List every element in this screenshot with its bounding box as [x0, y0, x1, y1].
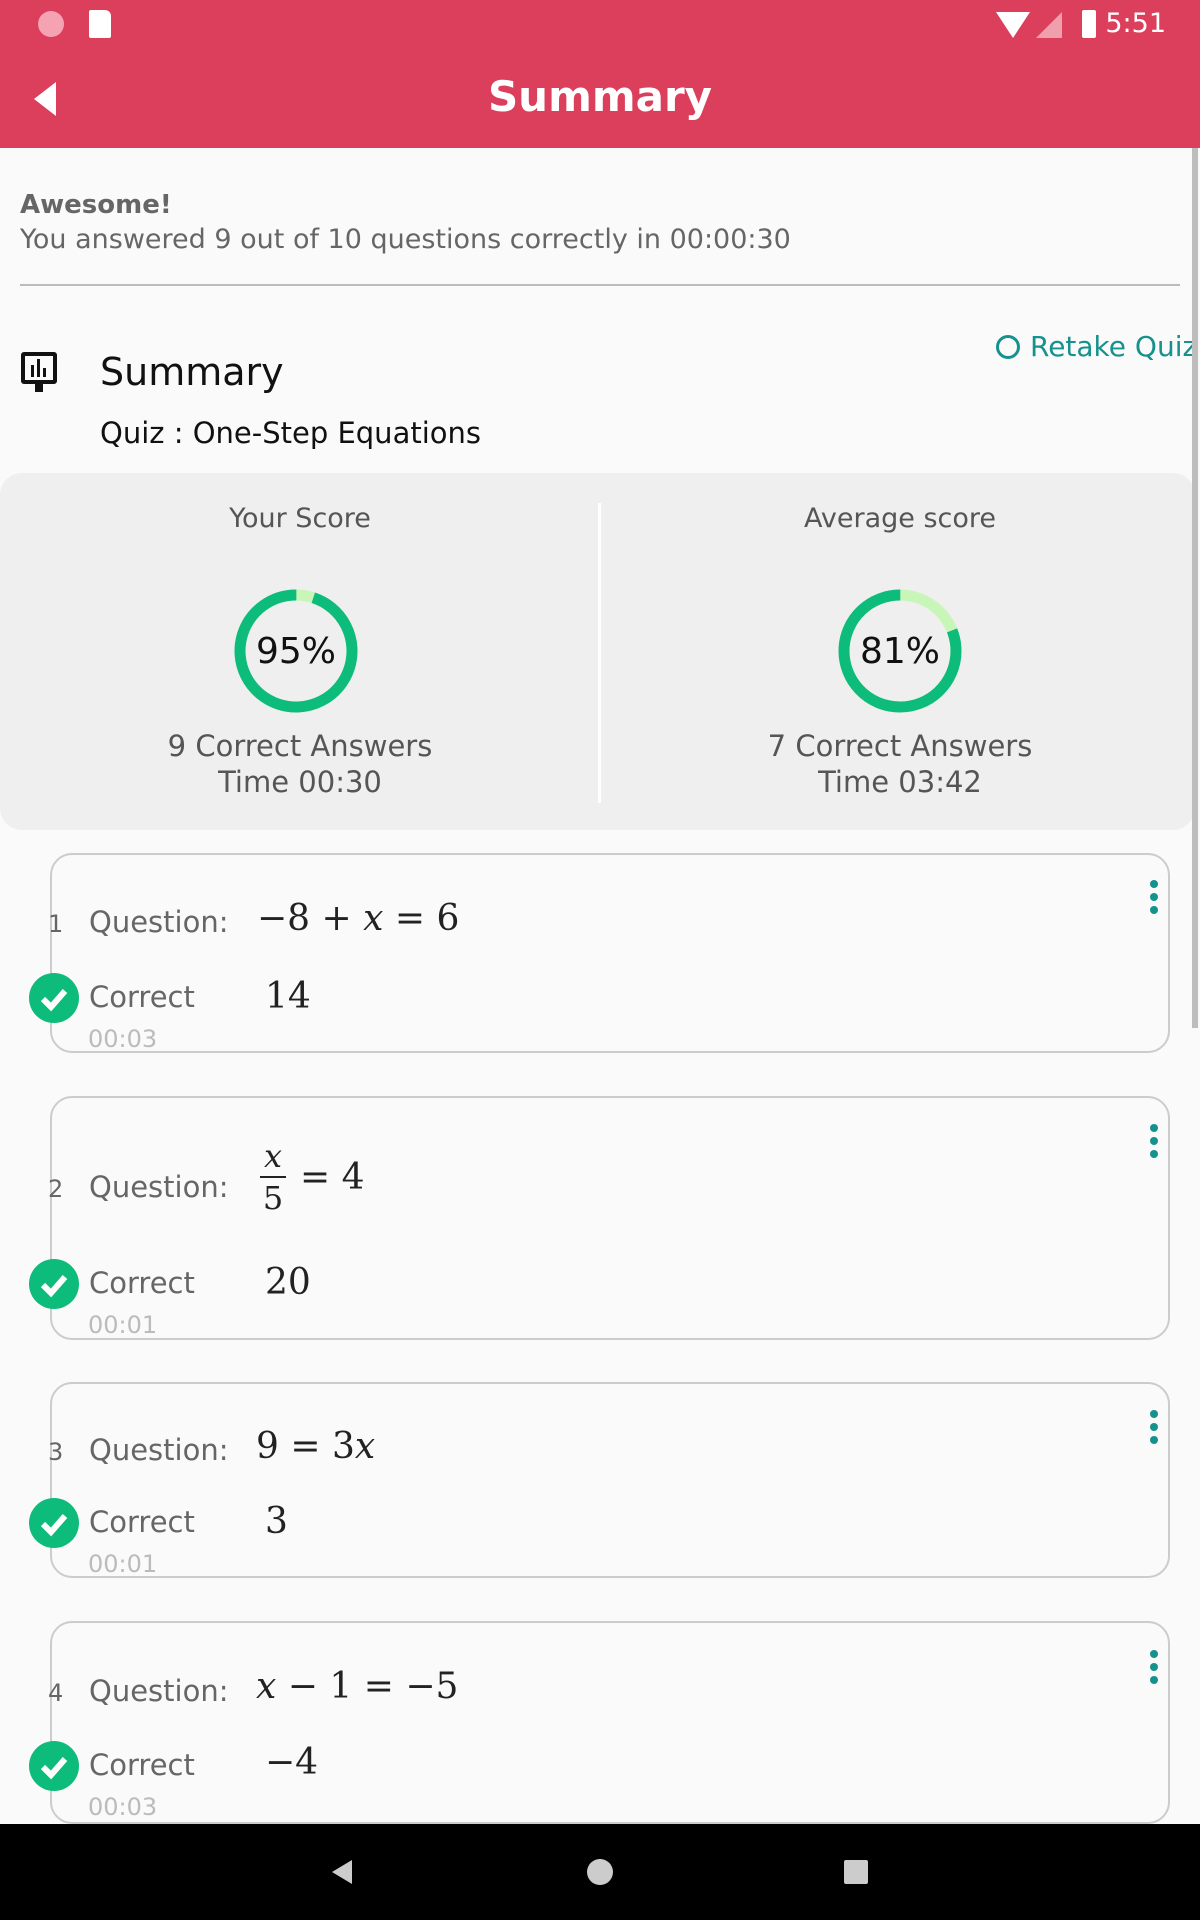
answer-value: 20 [265, 1262, 311, 1303]
result-message: You answered 9 out of 10 questions corre… [20, 224, 791, 255]
status-label: Correct [89, 980, 195, 1014]
question-number: 2 [48, 1175, 64, 1203]
result-headline: Awesome! [20, 190, 172, 220]
nav-home-button[interactable] [587, 1859, 613, 1885]
question-card[interactable] [50, 1621, 1170, 1824]
page-title: Summary [487, 72, 713, 121]
answer-value: −4 [265, 1742, 319, 1783]
summary-title: Summary [100, 350, 284, 394]
question-time: 00:03 [88, 1025, 158, 1053]
average-score-percent: 81% [859, 631, 940, 672]
question-equation: −8 + x = 6 [257, 898, 460, 939]
question-label: Question: [89, 1674, 229, 1708]
status-label: Correct [89, 1505, 195, 1539]
question-label: Question: [89, 1433, 229, 1467]
score-panel: Your Score Average score 95% 81% 9 Corre… [0, 473, 1195, 830]
clock: 5:51 [1105, 8, 1166, 39]
question-number: 3 [48, 1438, 64, 1466]
navigation-bar [0, 1824, 1200, 1920]
average-correct-answers: 7 Correct Answers [767, 729, 1033, 763]
answer-value: 3 [265, 1501, 288, 1542]
status-label: Correct [89, 1266, 195, 1300]
question-card[interactable] [50, 1382, 1170, 1578]
battery-icon [1082, 10, 1096, 38]
question-time: 00:01 [88, 1550, 158, 1578]
scrollbar[interactable] [1192, 148, 1198, 1028]
more-options-icon[interactable] [1150, 1124, 1158, 1163]
your-time: Time 00:30 [218, 765, 382, 799]
more-options-icon[interactable] [1150, 880, 1158, 919]
question-equation: x − 1 = −5 [256, 1666, 459, 1707]
question-number: 4 [48, 1679, 64, 1707]
answer-value: 14 [265, 976, 311, 1017]
divider [20, 284, 1180, 286]
stopwatch-icon [996, 334, 1020, 359]
status-bar: 5:51 [0, 0, 1200, 52]
status-label: Correct [89, 1748, 195, 1782]
question-equation: 9 = 3x [256, 1426, 376, 1467]
your-score-percent: 95% [255, 631, 336, 672]
question-card[interactable] [50, 1096, 1170, 1340]
question-equation: x 5 = 4 [260, 1136, 365, 1218]
check-icon [29, 1498, 79, 1548]
nav-back-button[interactable] [332, 1860, 352, 1884]
question-label: Question: [89, 905, 229, 939]
your-correct-answers: 9 Correct Answers [167, 729, 433, 763]
check-icon [29, 973, 79, 1023]
nav-recents-button[interactable] [844, 1860, 868, 1884]
summary-chart-icon [21, 352, 57, 384]
more-options-icon[interactable] [1150, 1410, 1158, 1449]
more-options-icon[interactable] [1150, 1650, 1158, 1689]
check-icon [29, 1741, 79, 1791]
sd-card-icon [89, 10, 111, 38]
retake-quiz-button[interactable]: Retake Quiz [996, 330, 1197, 363]
signal-icon [1036, 12, 1062, 38]
check-icon [29, 1259, 79, 1309]
question-number: 1 [48, 910, 64, 938]
question-time: 00:01 [88, 1311, 158, 1339]
question-card[interactable] [50, 853, 1170, 1053]
notification-icon [38, 11, 64, 37]
quiz-name: Quiz : One-Step Equations [100, 416, 481, 450]
toolbar: Summary [0, 52, 1200, 148]
question-label: Question: [89, 1170, 229, 1204]
wifi-icon [996, 12, 1030, 38]
question-time: 00:03 [88, 1793, 158, 1821]
average-time: Time 03:42 [818, 765, 982, 799]
